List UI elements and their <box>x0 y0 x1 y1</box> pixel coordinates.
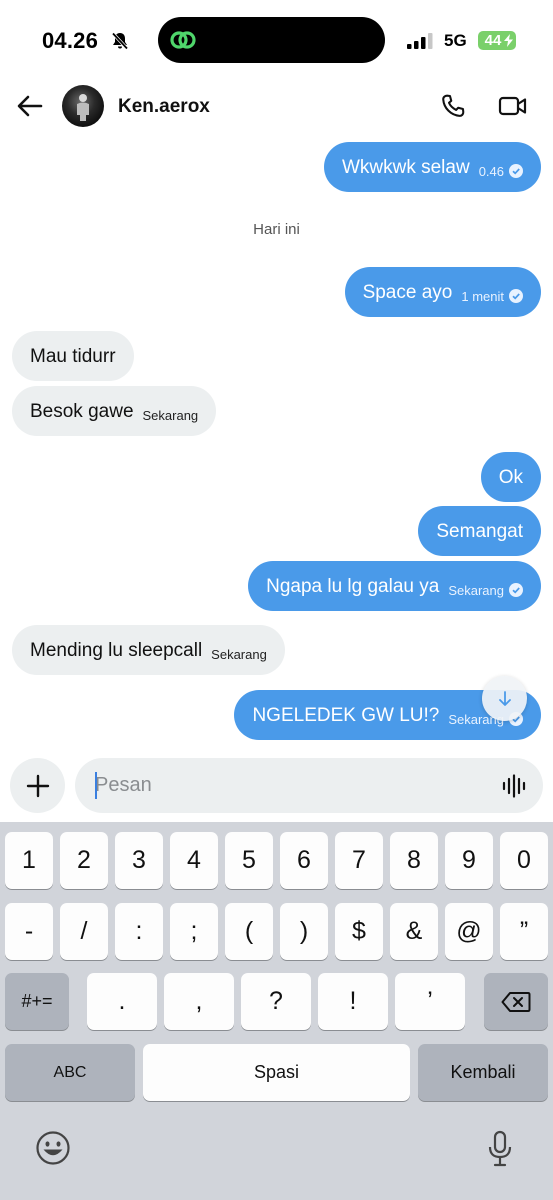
voice-message-button[interactable] <box>501 772 529 800</box>
text-caret <box>95 772 97 799</box>
message-meta: Sekarang <box>143 409 199 422</box>
key-open-paren[interactable]: ( <box>225 903 273 960</box>
message-bubble-incoming[interactable]: Mending lu sleepcall Sekarang <box>12 625 285 675</box>
key-ampersand[interactable]: & <box>390 903 438 960</box>
key-5[interactable]: 5 <box>225 832 273 889</box>
app-logo-icon <box>168 25 198 55</box>
attach-button[interactable] <box>10 758 65 813</box>
read-check-icon <box>509 289 523 303</box>
message-text: Ok <box>498 466 523 488</box>
key-7[interactable]: 7 <box>335 832 383 889</box>
message-meta: 1 menit <box>461 289 523 303</box>
dynamic-island <box>158 17 385 63</box>
message-time: Sekarang <box>142 407 199 423</box>
key-period[interactable]: . <box>87 973 157 1030</box>
plus-icon <box>26 774 49 797</box>
backspace-key[interactable] <box>484 973 548 1030</box>
message-text: Semangat <box>436 520 523 542</box>
scroll-to-bottom-button[interactable] <box>482 676 527 721</box>
message-text: Mau tidurr <box>30 345 116 367</box>
key-colon[interactable]: : <box>115 903 163 960</box>
chat-header: Ken.aerox <box>0 82 553 132</box>
message-bubble-incoming[interactable]: Mau tidurr <box>12 331 134 381</box>
message-text: Ngapa lu lg galau ya <box>266 575 440 597</box>
back-arrow-icon <box>17 95 43 117</box>
message-text: Mending lu sleepcall <box>30 639 203 661</box>
key-8[interactable]: 8 <box>390 832 438 889</box>
status-time: 04.26 <box>42 28 99 53</box>
return-key[interactable]: Kembali <box>418 1044 548 1101</box>
read-check-icon <box>509 164 523 178</box>
phone-icon <box>442 94 465 117</box>
key-at[interactable]: @ <box>445 903 493 960</box>
message-meta: 0.46 <box>479 164 523 178</box>
voice-wave-icon <box>502 774 526 798</box>
avatar-figure-icon <box>77 94 89 121</box>
dictation-button[interactable] <box>484 1128 516 1170</box>
keyboard: 1 2 3 4 5 6 7 8 9 0 - / : ; ( ) $ & @ ” … <box>0 822 553 1200</box>
read-check-icon <box>509 583 523 597</box>
emoji-button[interactable] <box>33 1128 73 1168</box>
back-button[interactable] <box>14 90 46 122</box>
message-composer <box>75 758 543 813</box>
avatar[interactable] <box>62 85 104 127</box>
message-meta: Sekarang <box>211 648 267 661</box>
message-meta: Sekarang <box>448 583 523 597</box>
key-4[interactable]: 4 <box>170 832 218 889</box>
message-text: Wkwkwk selaw <box>341 156 470 178</box>
space-key[interactable]: Spasi <box>143 1044 410 1101</box>
key-quote[interactable]: ” <box>500 903 548 960</box>
message-bubble-outgoing[interactable]: Semangat <box>418 506 541 556</box>
key-9[interactable]: 9 <box>445 832 493 889</box>
emoji-icon <box>36 1131 70 1165</box>
message-input[interactable] <box>95 758 495 813</box>
key-exclamation[interactable]: ! <box>318 973 388 1030</box>
key-question[interactable]: ? <box>241 973 311 1030</box>
key-slash[interactable]: / <box>60 903 108 960</box>
message-text: Space ayo <box>362 281 453 303</box>
message-time: 0.46 <box>478 163 504 179</box>
message-time: 1 menit <box>461 288 504 304</box>
key-6[interactable]: 6 <box>280 832 328 889</box>
key-close-paren[interactable]: ) <box>280 903 328 960</box>
charging-bolt-icon <box>504 34 513 47</box>
key-more-symbols[interactable]: #+= <box>5 973 69 1030</box>
microphone-icon <box>488 1130 512 1167</box>
message-text: NGELEDEK GW LU!? <box>252 704 440 726</box>
network-label: 5G <box>444 31 467 50</box>
key-1[interactable]: 1 <box>5 832 53 889</box>
cellular-signal-icon <box>407 33 433 49</box>
message-bubble-outgoing[interactable]: Wkwkwk selaw 0.46 <box>323 142 541 192</box>
backspace-icon <box>501 991 531 1012</box>
message-text: Besok gawe <box>30 400 134 422</box>
message-bubble-outgoing[interactable]: Ok <box>480 452 541 502</box>
key-semicolon[interactable]: ; <box>170 903 218 960</box>
key-3[interactable]: 3 <box>115 832 163 889</box>
key-apostrophe[interactable]: ’ <box>395 973 465 1030</box>
status-bar: 04.26 5G 44 <box>0 0 553 82</box>
bell-off-icon <box>110 31 130 51</box>
scroll-down-arrow-icon <box>498 690 511 706</box>
key-hyphen[interactable]: - <box>5 903 53 960</box>
video-call-button[interactable] <box>497 91 529 121</box>
video-camera-icon <box>498 96 527 116</box>
message-bubble-outgoing[interactable]: Ngapa lu lg galau ya Sekarang <box>248 561 541 611</box>
battery-indicator: 44 <box>478 31 516 50</box>
key-abc[interactable]: ABC <box>5 1044 135 1101</box>
voice-call-button[interactable] <box>438 91 468 121</box>
message-bubble-incoming[interactable]: Besok gawe Sekarang <box>12 386 217 436</box>
key-2[interactable]: 2 <box>60 832 108 889</box>
day-separator: Hari ini <box>253 221 300 238</box>
key-dollar[interactable]: $ <box>335 903 383 960</box>
message-time: Sekarang <box>211 646 267 662</box>
key-0[interactable]: 0 <box>500 832 548 889</box>
message-bubble-outgoing[interactable]: Space ayo 1 menit <box>344 267 541 317</box>
contact-name[interactable]: Ken.aerox <box>118 96 210 118</box>
key-comma[interactable]: , <box>164 973 234 1030</box>
message-time: Sekarang <box>448 582 504 598</box>
